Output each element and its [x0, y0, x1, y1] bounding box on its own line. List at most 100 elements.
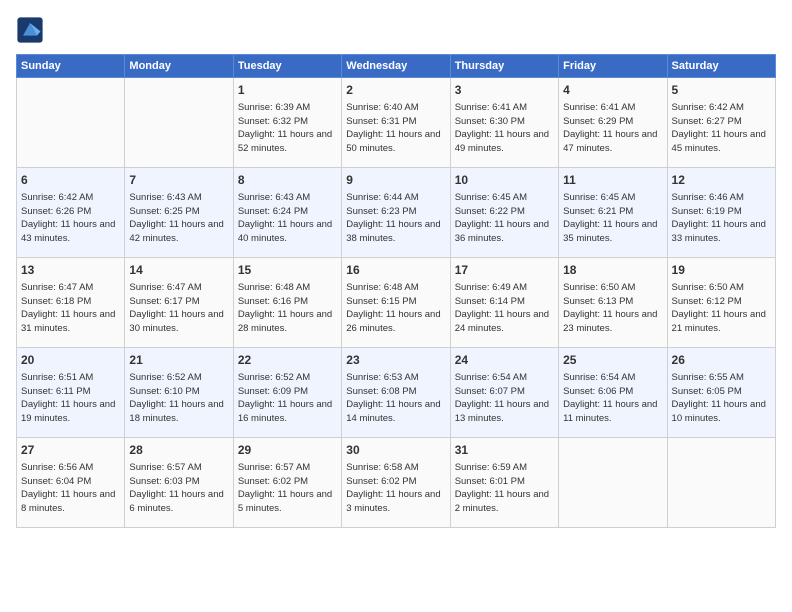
calendar-body: 1 Sunrise: 6:39 AMSunset: 6:32 PMDaylight… [17, 78, 776, 528]
day-number: 31 [455, 442, 554, 459]
calendar-cell: 9 Sunrise: 6:44 AMSunset: 6:23 PMDaylight… [342, 168, 450, 258]
day-number: 3 [455, 82, 554, 99]
calendar-cell: 2 Sunrise: 6:40 AMSunset: 6:31 PMDaylight… [342, 78, 450, 168]
calendar-cell: 8 Sunrise: 6:43 AMSunset: 6:24 PMDaylight… [233, 168, 341, 258]
day-number: 8 [238, 172, 337, 189]
cell-info: Sunrise: 6:45 AMSunset: 6:21 PMDaylight:… [563, 191, 662, 246]
cell-info: Sunrise: 6:42 AMSunset: 6:26 PMDaylight:… [21, 191, 120, 246]
weekday-row: SundayMondayTuesdayWednesdayThursdayFrid… [17, 55, 776, 78]
calendar-week-row: 13 Sunrise: 6:47 AMSunset: 6:18 PMDayligh… [17, 258, 776, 348]
cell-info: Sunrise: 6:54 AMSunset: 6:07 PMDaylight:… [455, 371, 554, 426]
cell-info: Sunrise: 6:51 AMSunset: 6:11 PMDaylight:… [21, 371, 120, 426]
cell-info: Sunrise: 6:59 AMSunset: 6:01 PMDaylight:… [455, 461, 554, 516]
cell-info: Sunrise: 6:47 AMSunset: 6:18 PMDaylight:… [21, 281, 120, 336]
cell-info: Sunrise: 6:53 AMSunset: 6:08 PMDaylight:… [346, 371, 445, 426]
calendar-cell: 23Sunrise: 6:53 AMSunset: 6:08 PMDayligh… [342, 348, 450, 438]
calendar-cell: 28 Sunrise: 6:57 AMSunset: 6:03 PMDayligh… [125, 438, 233, 528]
calendar-cell: 3Sunrise: 6:41 AMSunset: 6:30 PMDaylight… [450, 78, 558, 168]
day-number: 27 [21, 442, 120, 459]
cell-info: Sunrise: 6:43 AMSunset: 6:24 PMDaylight:… [238, 191, 337, 246]
day-number: 16 [346, 262, 445, 279]
weekday-header: Wednesday [342, 55, 450, 78]
calendar-cell: 21Sunrise: 6:52 AMSunset: 6:10 PMDayligh… [125, 348, 233, 438]
cell-info: Sunrise: 6:56 AMSunset: 6:04 PMDaylight:… [21, 461, 120, 516]
logo [16, 16, 48, 44]
cell-info: Sunrise: 6:48 AMSunset: 6:16 PMDaylight:… [238, 281, 337, 336]
calendar-cell: 13 Sunrise: 6:47 AMSunset: 6:18 PMDayligh… [17, 258, 125, 348]
day-number: 26 [672, 352, 771, 369]
cell-info: Sunrise: 6:48 AMSunset: 6:15 PMDaylight:… [346, 281, 445, 336]
calendar-cell: 26 Sunrise: 6:55 AMSunset: 6:05 PMDayligh… [667, 348, 775, 438]
cell-info: Sunrise: 6:39 AMSunset: 6:32 PMDaylight:… [238, 101, 337, 156]
cell-info: Sunrise: 6:46 AMSunset: 6:19 PMDaylight:… [672, 191, 771, 246]
calendar-cell: 15 Sunrise: 6:48 AMSunset: 6:16 PMDayligh… [233, 258, 341, 348]
calendar-cell: 14 Sunrise: 6:47 AMSunset: 6:17 PMDayligh… [125, 258, 233, 348]
cell-info: Sunrise: 6:58 AMSunset: 6:02 PMDaylight:… [346, 461, 445, 516]
calendar-cell: 7 Sunrise: 6:43 AMSunset: 6:25 PMDaylight… [125, 168, 233, 258]
calendar-cell [125, 78, 233, 168]
day-number: 14 [129, 262, 228, 279]
day-number: 19 [672, 262, 771, 279]
calendar-cell: 18 Sunrise: 6:50 AMSunset: 6:13 PMDayligh… [559, 258, 667, 348]
calendar-cell: 11 Sunrise: 6:45 AMSunset: 6:21 PMDayligh… [559, 168, 667, 258]
cell-info: Sunrise: 6:52 AMSunset: 6:09 PMDaylight:… [238, 371, 337, 426]
cell-info: Sunrise: 6:57 AMSunset: 6:02 PMDaylight:… [238, 461, 337, 516]
cell-info: Sunrise: 6:40 AMSunset: 6:31 PMDaylight:… [346, 101, 445, 156]
day-number: 9 [346, 172, 445, 189]
calendar-cell: 27 Sunrise: 6:56 AMSunset: 6:04 PMDayligh… [17, 438, 125, 528]
calendar-cell: 16 Sunrise: 6:48 AMSunset: 6:15 PMDayligh… [342, 258, 450, 348]
cell-info: Sunrise: 6:50 AMSunset: 6:12 PMDaylight:… [672, 281, 771, 336]
day-number: 2 [346, 82, 445, 99]
logo-icon [16, 16, 44, 44]
cell-info: Sunrise: 6:45 AMSunset: 6:22 PMDaylight:… [455, 191, 554, 246]
cell-info: Sunrise: 6:41 AMSunset: 6:29 PMDaylight:… [563, 101, 662, 156]
day-number: 12 [672, 172, 771, 189]
day-number: 11 [563, 172, 662, 189]
day-number: 6 [21, 172, 120, 189]
calendar-cell [559, 438, 667, 528]
day-number: 13 [21, 262, 120, 279]
cell-info: Sunrise: 6:49 AMSunset: 6:14 PMDaylight:… [455, 281, 554, 336]
cell-info: Sunrise: 6:54 AMSunset: 6:06 PMDaylight:… [563, 371, 662, 426]
day-number: 29 [238, 442, 337, 459]
calendar-cell: 30 Sunrise: 6:58 AMSunset: 6:02 PMDayligh… [342, 438, 450, 528]
calendar-cell: 25 Sunrise: 6:54 AMSunset: 6:06 PMDayligh… [559, 348, 667, 438]
calendar-cell [667, 438, 775, 528]
calendar-week-row: 6 Sunrise: 6:42 AMSunset: 6:26 PMDaylight… [17, 168, 776, 258]
cell-info: Sunrise: 6:50 AMSunset: 6:13 PMDaylight:… [563, 281, 662, 336]
cell-info: Sunrise: 6:43 AMSunset: 6:25 PMDaylight:… [129, 191, 228, 246]
calendar-cell: 10 Sunrise: 6:45 AMSunset: 6:22 PMDayligh… [450, 168, 558, 258]
calendar-cell: 20Sunrise: 6:51 AMSunset: 6:11 PMDayligh… [17, 348, 125, 438]
day-number: 10 [455, 172, 554, 189]
calendar-week-row: 27 Sunrise: 6:56 AMSunset: 6:04 PMDayligh… [17, 438, 776, 528]
page-header [16, 16, 776, 44]
day-number: 15 [238, 262, 337, 279]
cell-info: Sunrise: 6:57 AMSunset: 6:03 PMDaylight:… [129, 461, 228, 516]
day-number: 30 [346, 442, 445, 459]
calendar-week-row: 1 Sunrise: 6:39 AMSunset: 6:32 PMDaylight… [17, 78, 776, 168]
day-number: 1 [238, 82, 337, 99]
weekday-header: Sunday [17, 55, 125, 78]
day-number: 25 [563, 352, 662, 369]
weekday-header: Thursday [450, 55, 558, 78]
day-number: 18 [563, 262, 662, 279]
cell-info: Sunrise: 6:47 AMSunset: 6:17 PMDaylight:… [129, 281, 228, 336]
day-number: 17 [455, 262, 554, 279]
calendar-cell: 5Sunrise: 6:42 AMSunset: 6:27 PMDaylight… [667, 78, 775, 168]
day-number: 21 [129, 352, 228, 369]
calendar-cell: 24Sunrise: 6:54 AMSunset: 6:07 PMDayligh… [450, 348, 558, 438]
calendar-cell: 12 Sunrise: 6:46 AMSunset: 6:19 PMDayligh… [667, 168, 775, 258]
cell-info: Sunrise: 6:55 AMSunset: 6:05 PMDaylight:… [672, 371, 771, 426]
cell-info: Sunrise: 6:42 AMSunset: 6:27 PMDaylight:… [672, 101, 771, 156]
weekday-header: Saturday [667, 55, 775, 78]
calendar-cell: 31 Sunrise: 6:59 AMSunset: 6:01 PMDayligh… [450, 438, 558, 528]
calendar-cell: 6 Sunrise: 6:42 AMSunset: 6:26 PMDaylight… [17, 168, 125, 258]
calendar-cell: 17 Sunrise: 6:49 AMSunset: 6:14 PMDayligh… [450, 258, 558, 348]
calendar: SundayMondayTuesdayWednesdayThursdayFrid… [16, 54, 776, 528]
calendar-cell: 29 Sunrise: 6:57 AMSunset: 6:02 PMDayligh… [233, 438, 341, 528]
calendar-cell: 4Sunrise: 6:41 AMSunset: 6:29 PMDaylight… [559, 78, 667, 168]
calendar-week-row: 20Sunrise: 6:51 AMSunset: 6:11 PMDayligh… [17, 348, 776, 438]
day-number: 28 [129, 442, 228, 459]
day-number: 7 [129, 172, 228, 189]
cell-info: Sunrise: 6:44 AMSunset: 6:23 PMDaylight:… [346, 191, 445, 246]
